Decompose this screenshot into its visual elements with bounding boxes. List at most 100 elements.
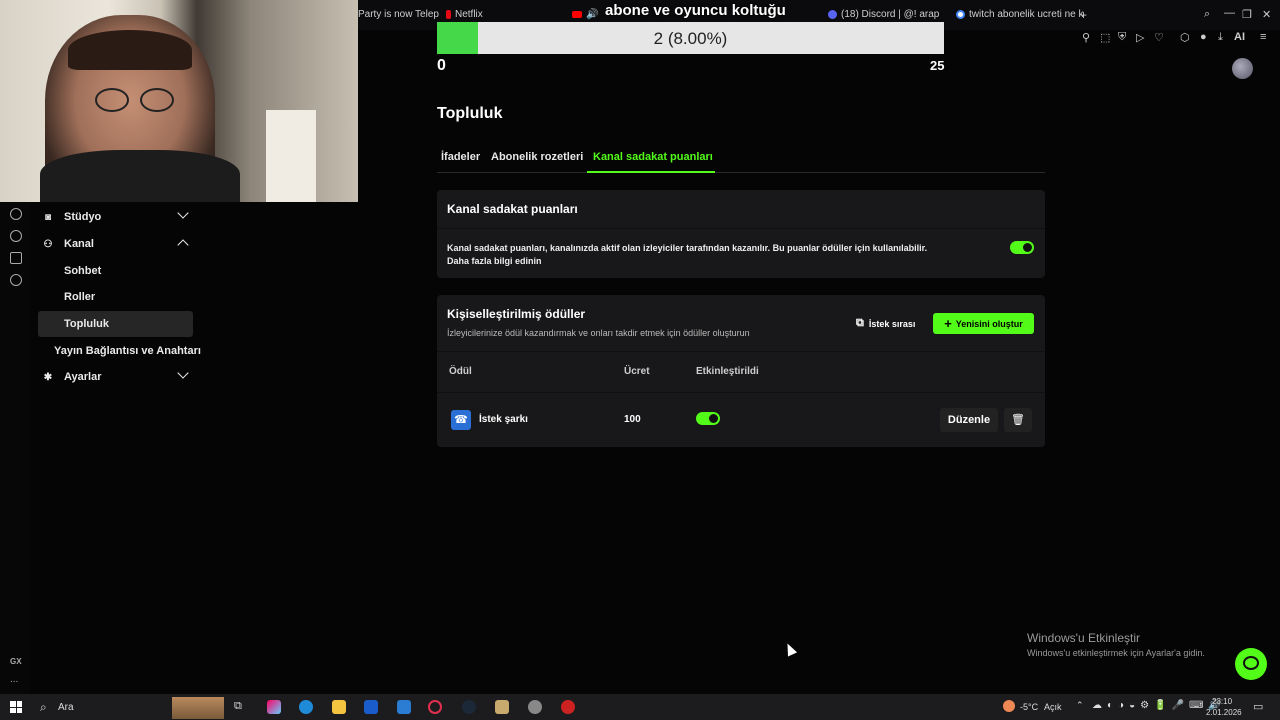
loyalty-toggle[interactable] [1010,241,1034,254]
glasses-right [140,88,174,112]
speaker-icon: 🔊 [586,9,599,20]
gx-sidebar: GX ... [0,202,30,694]
outlook-icon[interactable] [397,700,411,714]
task-view-icon[interactable]: ⧉ [234,700,242,713]
headset-icon [1243,656,1259,670]
nav-label: Ayarlar [64,371,102,383]
ai-button[interactable]: AI [1234,31,1245,43]
minimize-icon[interactable]: — [1224,7,1235,19]
tab-label: twitch abonelik ucreti ne k [969,9,1084,20]
windows-taskbar: ⌕ Ara ⧉ -5°C Açık ⌃ ☁◐◑◒⚙🔋🎤⌨🔊 23:10 2.01… [0,694,1280,720]
nav-label: Kanal [64,238,94,250]
windows-start-icon[interactable] [10,701,22,713]
trash-icon[interactable]: 🗑 [1004,408,1032,432]
extensions-icon[interactable] [10,252,22,264]
rewards-title: Kişiselleştirilmiş ödüller [447,307,586,321]
browser-tab[interactable]: Party is now Telep [358,9,439,20]
weather-status: Açık [1044,702,1062,712]
browser-tab[interactable]: Netflix [446,9,483,20]
reward-enabled-toggle[interactable] [696,412,720,425]
tab-sub-badges[interactable]: Abonelik rozetleri [491,151,583,163]
goal-max: 25 [930,58,945,73]
tab-label: Party is now Telep [358,9,439,20]
notification-icon[interactable]: ▭ [1253,700,1263,713]
nav-roles[interactable]: Roller [38,284,193,310]
steam-icon[interactable] [462,700,476,714]
nav-community[interactable]: Topluluk [38,311,193,337]
gx-label: GX [10,657,22,666]
chevron-up-icon[interactable]: ⌃ [1076,700,1084,711]
chevron-down-icon [177,367,189,379]
reward-cost: 100 [624,414,641,425]
create-reward-button[interactable]: + Yenisini oluştur [933,313,1034,334]
column-header-reward: Ödül [449,366,472,377]
nav-channel[interactable]: ⚇ Kanal [38,231,193,257]
youtube-icon [572,11,582,18]
download-icon[interactable]: ⤓ [1218,31,1223,44]
edge-icon[interactable] [299,700,313,714]
browser-tab[interactable]: twitch abonelik ucreti ne k [956,9,1084,20]
clock-date: 2.01.2026 [1206,708,1242,717]
external-link-icon: ⧉ [856,317,864,329]
more-icon[interactable]: ... [10,674,18,685]
learn-more-link[interactable]: Daha fazla bilgi edinin [447,256,542,266]
divider [437,392,1045,393]
nav-stream-key[interactable]: Yayın Bağlantısı ve Anahtarı [38,338,203,364]
new-tab-button[interactable]: + [1080,8,1087,22]
tab-divider [437,172,1045,173]
extension-icon[interactable]: ⬡ [1180,31,1190,44]
close-icon[interactable]: ✕ [1262,8,1271,21]
restore-icon[interactable]: ❐ [1242,8,1252,21]
temperature: -5°C [1020,702,1039,712]
play-icon[interactable]: ▷ [1136,31,1144,44]
chevron-up-icon [177,239,189,251]
active-tab-indicator [587,171,715,173]
browser-tab[interactable]: 🔊 [572,9,598,20]
plus-icon: + [944,316,952,331]
avatar-small-icon[interactable]: ● [1200,31,1207,43]
tab-emotes[interactable]: İfadeler [441,151,480,163]
webcam-overlay [0,0,358,202]
pin-icon[interactable]: ⚲ [1082,31,1090,44]
subscriber-goal-bar: 2 (8.00%) [437,22,944,54]
cabinet [266,110,316,202]
column-header-cost: Ücret [624,366,650,377]
help-chat-button[interactable] [1235,648,1267,680]
copilot-icon[interactable] [267,700,281,714]
netflix-icon [446,10,451,19]
settings-gear-icon[interactable] [10,274,22,286]
browser-tab[interactable]: (18) Discord | @! arap [828,9,939,20]
tab-loyalty-points[interactable]: Kanal sadakat puanları [593,151,713,163]
heart-icon[interactable]: ♡ [1154,31,1164,44]
search-icon[interactable]: ⌕ [40,700,47,715]
player-icon[interactable] [10,208,22,220]
goal-text: 2 (8.00%) [653,29,728,48]
mouse-cursor-icon [782,641,798,657]
reward-name: İstek şarkı [479,414,528,425]
obs-icon[interactable] [561,700,575,714]
edit-reward-button[interactable]: Düzenle [940,408,998,432]
nav-label: Yayın Bağlantısı ve Anahtarı [54,345,201,357]
nav-settings[interactable]: ✱ Ayarlar [38,364,193,390]
nav-label: Stüdyo [64,211,102,223]
menu-icon[interactable]: ≡ [1260,31,1266,43]
history-icon[interactable] [10,230,22,242]
app-icon[interactable] [528,700,542,714]
request-queue-label: İstek sırası [868,318,916,329]
nav-chat[interactable]: Sohbet [38,258,193,284]
opera-gx-icon[interactable] [428,700,442,714]
channel-icon: ⚇ [43,238,53,250]
reward-icon: ☎ [451,410,471,430]
league-icon[interactable] [495,700,509,714]
taskbar-search[interactable]: Ara [58,702,74,713]
shield-icon[interactable]: ⛨ [1118,31,1126,44]
nav-studio[interactable]: ◙ Stüdyo [38,204,193,230]
store-icon[interactable] [364,700,378,714]
goal-min: 0 [437,57,446,74]
search-icon[interactable]: ⌕ [1204,8,1210,21]
discord-icon [828,10,837,19]
file-explorer-icon[interactable] [332,700,346,714]
request-queue-button[interactable]: ⧉ İstek sırası [856,317,915,330]
avatar[interactable] [1232,58,1253,79]
crop-icon[interactable]: ⬚ [1100,31,1110,44]
